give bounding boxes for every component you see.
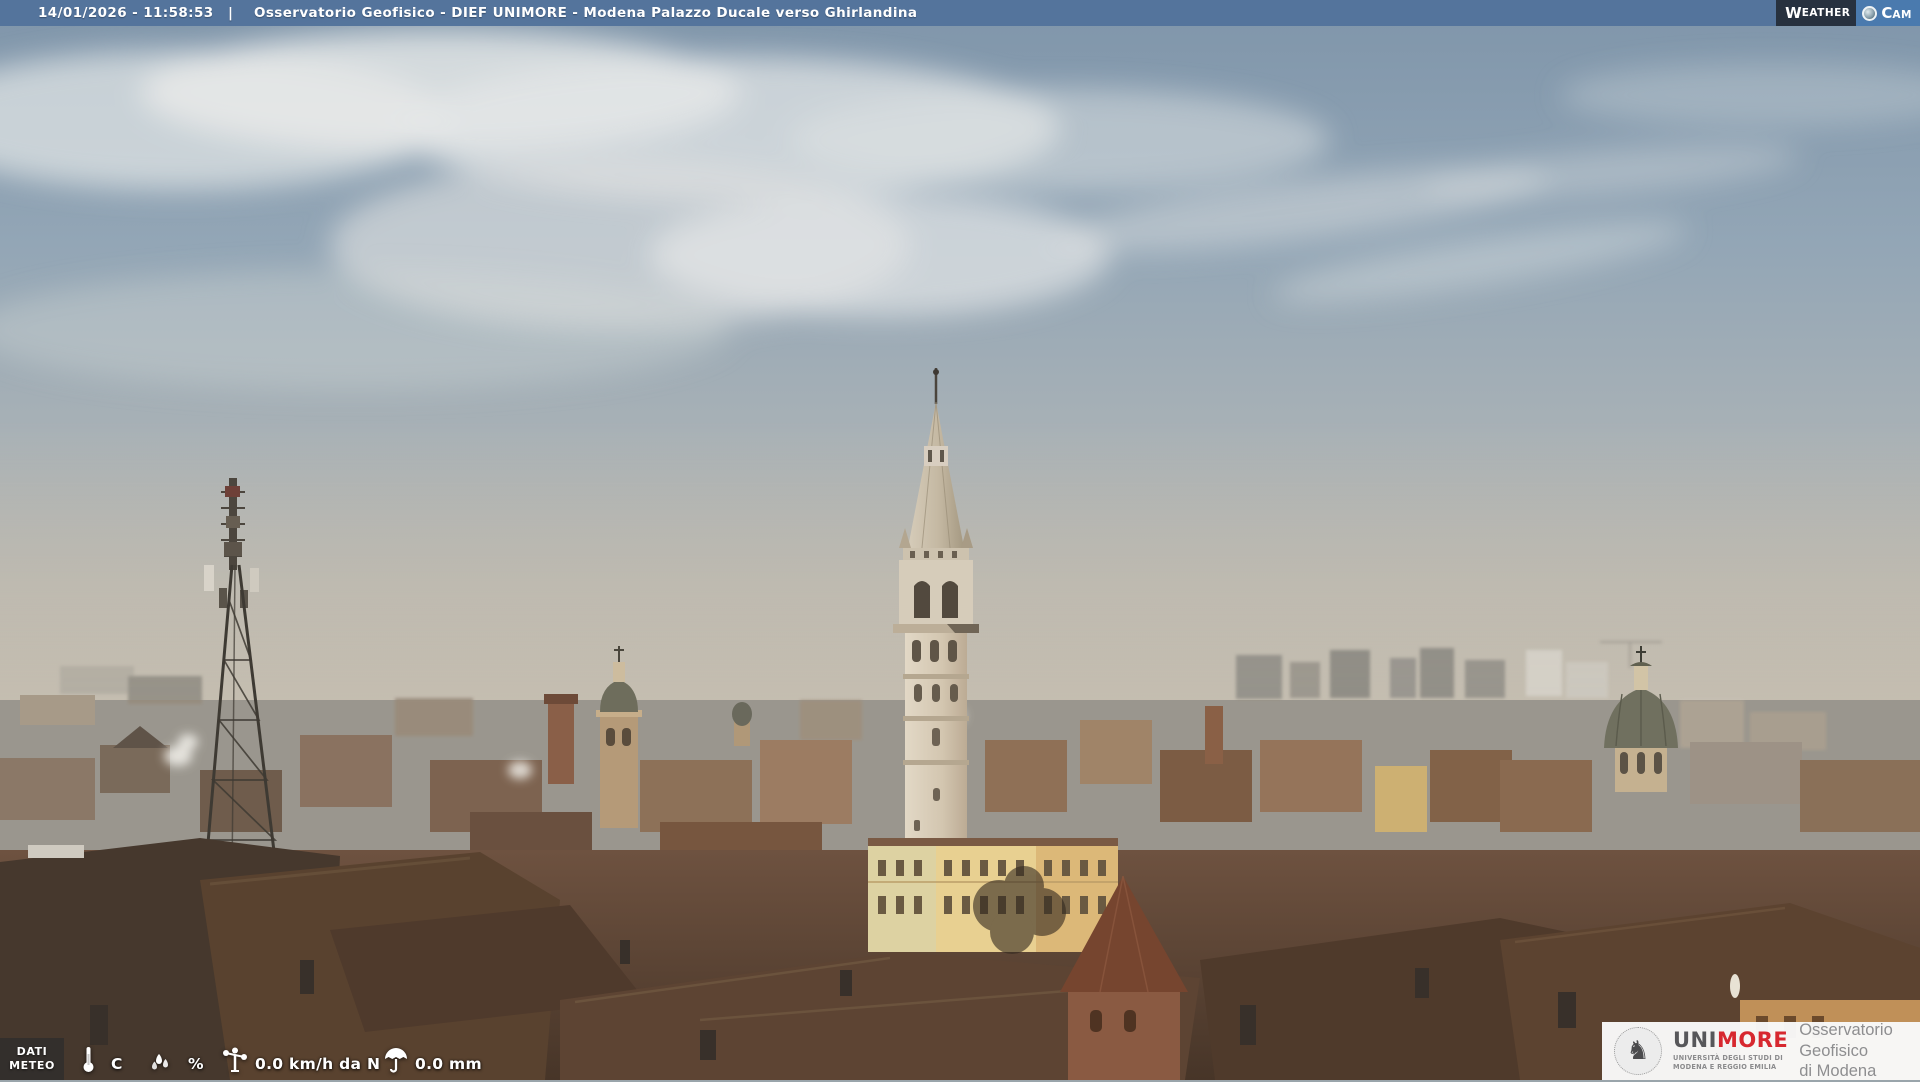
dati-meteo-label: DATI METEO — [0, 1038, 64, 1080]
weathercam-logo-weather: W EATHER — [1776, 0, 1857, 26]
unimore-wordmark: UNIMORE UNIVERSITÀ DEGLI STUDI DI MODENA… — [1673, 1027, 1789, 1072]
unimore-subtitle-line2: MODENA E REGGIO EMILIA — [1673, 1063, 1777, 1071]
weathercam-w: W — [1785, 4, 1802, 22]
unimore-logo-box[interactable]: ♞ UNIMORE UNIVERSITÀ DEGLI STUDI DI MODE… — [1602, 1020, 1920, 1082]
observatory-name-line2: di Modena — [1799, 1062, 1877, 1081]
observatory-name: Osservatorio Geofisico di Modena — [1799, 1020, 1920, 1082]
weathercam-am: AM — [1892, 9, 1912, 21]
observatory-name-line1: Osservatorio Geofisico — [1799, 1021, 1893, 1060]
unimore-uni: UNI — [1673, 1027, 1717, 1052]
camera-lens-icon — [1862, 5, 1878, 21]
weathercam-eather: EATHER — [1801, 7, 1851, 19]
unimore-more: MORE — [1716, 1027, 1789, 1052]
timestamp: 14/01/2026 - 11:58:53 — [38, 5, 214, 21]
weathercam-logo-cam: C AM — [1856, 0, 1920, 26]
weathercam-logo[interactable]: W EATHER C AM — [1776, 0, 1920, 26]
weathercam-c: C — [1881, 4, 1893, 22]
unimore-seal-icon: ♞ — [1614, 1027, 1662, 1075]
unimore-subtitle-line1: UNIVERSITÀ DEGLI STUDI DI — [1673, 1053, 1783, 1062]
camera-title: Osservatorio Geofisico - DIEF UNIMORE - … — [254, 5, 918, 21]
title-bar: 14/01/2026 - 11:58:53 | Osservatorio Geo… — [0, 0, 1920, 26]
meteo-line: METEO — [9, 1059, 55, 1072]
dati-line: DATI — [16, 1044, 48, 1058]
title-separator: | — [228, 5, 234, 21]
webcam-photo — [0, 0, 1920, 1080]
